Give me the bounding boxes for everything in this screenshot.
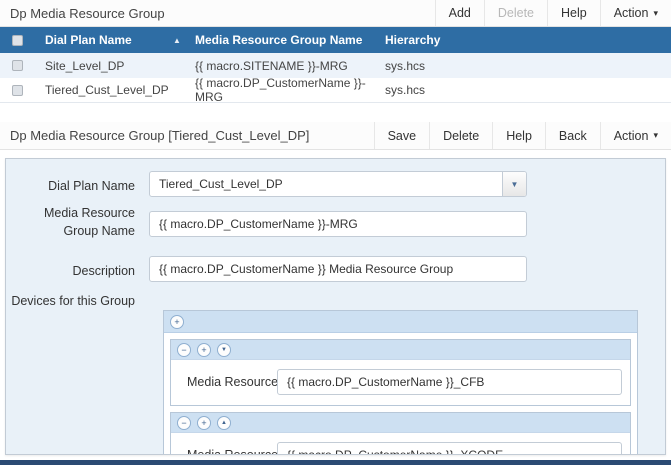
cell-dial-plan-name[interactable]: Site_Level_DP — [45, 59, 173, 73]
cell-hierarchy: sys.hcs — [385, 58, 426, 73]
arrow-down-icon: ▼ — [221, 346, 227, 353]
mrg-name-label: Media Resource Group Name — [43, 206, 135, 239]
list-panel-title: Dp Media Resource Group — [10, 5, 165, 21]
media-resource-field[interactable] — [277, 442, 622, 454]
column-header-dial-plan-name[interactable]: Dial Plan Name — [45, 33, 173, 47]
help-button[interactable]: Help — [492, 122, 545, 149]
chevron-down-icon: ▼ — [510, 179, 519, 189]
media-resource-label: Media Resource — [187, 375, 279, 390]
column-header-mrg-name[interactable]: Media Resource Group Name — [195, 33, 385, 47]
detail-panel: Dp Media Resource Group [Tiered_Cust_Lev… — [0, 122, 671, 455]
table-header-row: Dial Plan Name ▲ Media Resource Group Na… — [0, 27, 671, 53]
form-row-mrg-name: Media Resource Group Name — [6, 206, 665, 240]
select-all-cell — [0, 34, 45, 46]
delete-button[interactable]: Delete — [483, 0, 547, 26]
device-item-header: − + ▼ — [171, 340, 630, 361]
column-header-hierarchy[interactable]: Hierarchy — [385, 33, 671, 47]
save-button[interactable]: Save — [373, 122, 430, 149]
plus-icon: + — [201, 344, 207, 355]
sort-ascending-icon[interactable]: ▲ — [173, 36, 195, 45]
row-checkbox[interactable] — [12, 84, 23, 96]
form-row-devices-group: Devices for this Group — [6, 286, 665, 310]
remove-item-button[interactable]: − — [177, 415, 191, 430]
devices-group-container: + − + ▼ Media Resource {{macro.DP_Custo… — [163, 310, 638, 454]
move-up-button[interactable]: ▲ — [217, 415, 231, 430]
back-button[interactable]: Back — [544, 122, 600, 149]
form-row-description: Description — [6, 256, 665, 283]
media-resource-label: Media Resource — [171, 442, 278, 454]
minus-icon: − — [181, 417, 187, 428]
description-label: Description — [72, 264, 135, 279]
select-all-checkbox[interactable] — [12, 34, 23, 46]
detail-panel-title: Dp Media Resource Group [Tiered_Cust_Lev… — [10, 128, 310, 143]
action-menu-button[interactable]: Action ▾ — [599, 122, 671, 149]
action-menu-label: Action — [613, 128, 649, 143]
plus-icon: + — [201, 417, 207, 428]
cell-mrg-name: {{ macro.DP_CustomerName }}-MRG — [195, 76, 366, 104]
devices-group-label: Devices for this Group — [11, 294, 135, 309]
help-button[interactable]: Help — [547, 0, 600, 26]
cell-dial-plan-name[interactable]: Tiered_Cust_Level_DP — [45, 83, 173, 97]
add-item-button[interactable]: + — [170, 314, 184, 329]
device-item: − + ▼ Media Resource — [170, 339, 631, 407]
footer-bar — [0, 460, 671, 465]
table-row[interactable]: Site_Level_DP {{ macro.SITENAME }}-MRG s… — [0, 53, 671, 78]
add-item-button[interactable]: + — [197, 342, 211, 357]
row-checkbox[interactable] — [12, 60, 23, 71]
devices-group-header: + — [164, 311, 637, 334]
detail-form: Dial Plan Name ▼ Media Resource Group Na… — [5, 158, 666, 455]
minus-icon: − — [181, 344, 187, 355]
chevron-down-icon: ▾ — [653, 7, 658, 18]
dial-plan-name-label: Dial Plan Name — [48, 179, 135, 193]
list-panel: Dp Media Resource Group Add Delete Help … — [0, 0, 671, 104]
action-menu-button[interactable]: Action ▾ — [599, 0, 671, 26]
row-checkbox-cell — [0, 84, 45, 96]
action-menu-label: Action — [613, 6, 649, 20]
add-button[interactable]: Add — [434, 0, 484, 26]
remove-item-button[interactable]: − — [177, 342, 191, 357]
device-item: − + ▲ Media Resource — [170, 412, 631, 454]
description-field[interactable] — [149, 256, 527, 283]
add-item-button[interactable]: + — [197, 415, 211, 430]
dial-plan-name-select[interactable]: ▼ — [149, 171, 527, 197]
media-resource-field[interactable] — [277, 369, 622, 396]
row-checkbox-cell — [0, 60, 45, 71]
form-row-dial-plan-name: Dial Plan Name ▼ — [6, 171, 665, 197]
panel-gap — [0, 103, 671, 122]
plus-icon: + — [174, 316, 180, 327]
device-item-header: − + ▲ — [171, 413, 630, 434]
chevron-down-icon: ▾ — [653, 130, 658, 140]
table-row[interactable]: Tiered_Cust_Level_DP {{ macro.DP_Custome… — [0, 76, 671, 104]
device-item-body: Media Resource — [171, 360, 630, 405]
detail-toolbar: Dp Media Resource Group [Tiered_Cust_Lev… — [0, 122, 671, 150]
move-down-button[interactable]: ▼ — [217, 342, 231, 357]
cell-mrg-name: {{ macro.SITENAME }}-MRG — [195, 58, 348, 73]
dropdown-arrow-button[interactable]: ▼ — [502, 172, 526, 196]
mrg-name-field[interactable] — [149, 211, 527, 237]
delete-button[interactable]: Delete — [429, 122, 492, 149]
arrow-up-icon: ▲ — [221, 419, 227, 426]
list-toolbar: Dp Media Resource Group Add Delete Help … — [0, 0, 671, 27]
device-item-body: Media Resource — [171, 433, 630, 454]
dial-plan-name-value[interactable] — [149, 171, 527, 197]
cell-hierarchy: sys.hcs — [385, 83, 426, 97]
